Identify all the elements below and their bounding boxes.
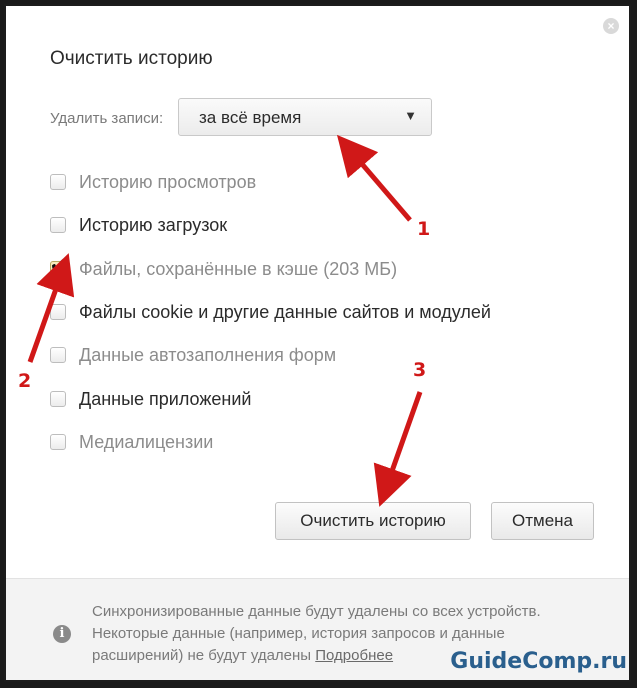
arrow-1 (336, 134, 412, 222)
arrow-2 (27, 253, 75, 363)
annotation-marker-2: 2 (18, 370, 32, 392)
annotation-marker-3: 3 (413, 359, 427, 381)
arrow-3 (373, 391, 423, 507)
watermark: GuideComp.ru (450, 649, 627, 674)
annotation-arrows (27, 134, 423, 507)
annotation-marker-1: 1 (417, 218, 431, 240)
